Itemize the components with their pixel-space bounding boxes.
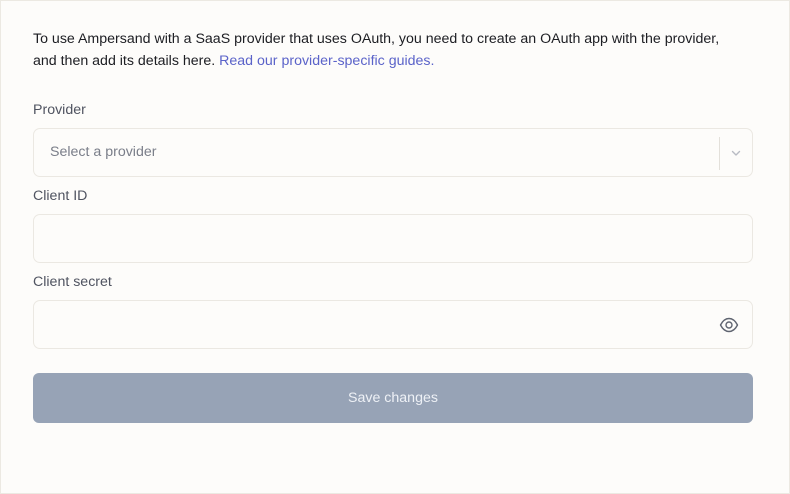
eye-icon[interactable] xyxy=(719,316,739,334)
chevron-down-icon[interactable] xyxy=(729,146,743,160)
client-id-field[interactable] xyxy=(33,214,753,263)
client-secret-input[interactable] xyxy=(34,301,752,348)
client-id-label: Client ID xyxy=(33,188,88,204)
provider-guides-link[interactable]: Read our provider-specific guides. xyxy=(219,53,434,69)
oauth-settings-card: To use Ampersand with a SaaS provider th… xyxy=(0,0,790,494)
provider-select[interactable]: Select a provider xyxy=(33,128,753,177)
provider-select-placeholder: Select a provider xyxy=(50,144,157,160)
intro-paragraph: To use Ampersand with a SaaS provider th… xyxy=(33,28,733,72)
select-divider xyxy=(719,137,720,170)
client-secret-field[interactable] xyxy=(33,300,753,349)
client-id-input[interactable] xyxy=(34,215,752,262)
client-secret-label: Client secret xyxy=(33,274,112,290)
provider-label: Provider xyxy=(33,102,86,118)
save-changes-button[interactable]: Save changes xyxy=(33,373,753,423)
